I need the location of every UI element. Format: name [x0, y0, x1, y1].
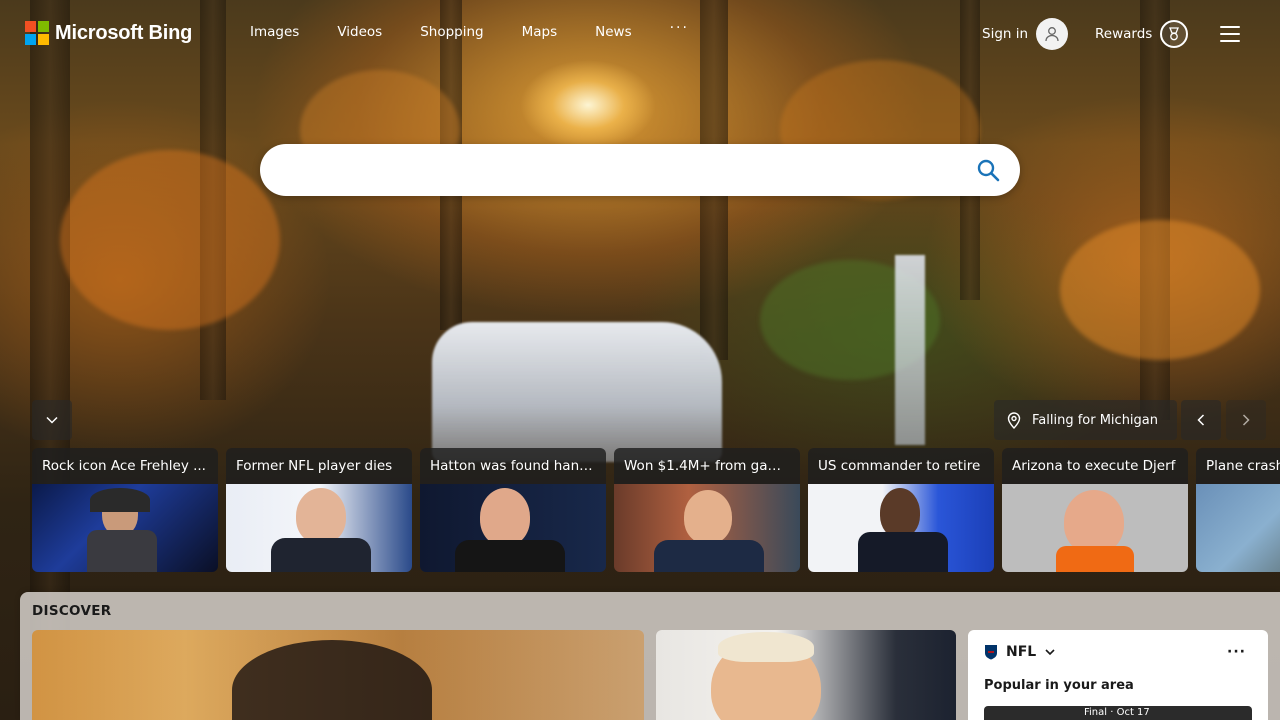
image-location-button[interactable]: Falling for Michigan [994, 400, 1177, 440]
nav-news[interactable]: News [595, 24, 631, 40]
news-tile[interactable]: Former NFL player dies [226, 448, 412, 572]
nav-maps[interactable]: Maps [522, 24, 558, 40]
sign-in-label: Sign in [982, 26, 1029, 42]
nfl-league-selector[interactable]: NFL [984, 644, 1056, 660]
nav-more-button[interactable]: ··· [670, 20, 689, 40]
sign-in-button[interactable]: Sign in [982, 18, 1069, 50]
location-label: Falling for Michigan [1032, 412, 1159, 428]
next-image-button[interactable] [1226, 400, 1266, 440]
news-tile-title: Former NFL player dies [226, 448, 412, 484]
news-tile-image [226, 484, 412, 572]
previous-image-button[interactable] [1181, 400, 1221, 440]
rewards-button[interactable]: Rewards [1095, 20, 1189, 48]
top-nav: Images Videos Shopping Maps News ··· [250, 20, 727, 40]
nav-shopping[interactable]: Shopping [420, 24, 483, 40]
search-icon[interactable] [976, 158, 1000, 182]
news-tile[interactable]: Hatton was found hang... [420, 448, 606, 572]
news-tile-image [1002, 484, 1188, 572]
score-card[interactable]: Final · Oct 17 [984, 706, 1252, 720]
nfl-league-label: NFL [1006, 644, 1037, 660]
news-tile-image [614, 484, 800, 572]
news-tile[interactable]: Won $1.4M+ from gam... [614, 448, 800, 572]
nfl-shield-icon [985, 645, 997, 660]
news-tile[interactable]: Rock icon Ace Frehley ... [32, 448, 218, 572]
chevron-right-icon [1242, 414, 1250, 426]
rewards-medal-icon [1160, 20, 1189, 48]
brand-name: Microsoft Bing [55, 21, 193, 44]
search-input[interactable] [284, 156, 964, 184]
rewards-label: Rewards [1095, 26, 1153, 42]
nav-videos[interactable]: Videos [337, 24, 382, 40]
discover-card[interactable] [32, 630, 644, 720]
bing-logo[interactable]: Microsoft Bing [25, 21, 192, 45]
news-tile[interactable]: US commander to retire [808, 448, 994, 572]
news-tile[interactable]: Plane crash [1196, 448, 1280, 572]
menu-hamburger-icon[interactable] [1220, 26, 1240, 42]
search-box [260, 144, 1020, 196]
top-header: Microsoft Bing Images Videos Shopping Ma… [0, 0, 1280, 68]
news-tile-image [32, 484, 218, 572]
nav-images[interactable]: Images [250, 24, 299, 40]
discover-heading: DISCOVER [32, 603, 112, 619]
collapse-news-button[interactable] [32, 400, 72, 440]
news-tile-title: Plane crash [1196, 448, 1280, 484]
news-tile-image [1196, 484, 1280, 572]
popular-heading: Popular in your area [984, 678, 1134, 693]
news-tile-title: Rock icon Ace Frehley ... [32, 448, 218, 484]
news-tile-title: US commander to retire [808, 448, 994, 484]
news-tile-image [420, 484, 606, 572]
chevron-down-icon [1045, 649, 1055, 656]
discover-card[interactable] [656, 630, 956, 720]
microsoft-logo-icon [25, 21, 49, 45]
chevron-down-icon [46, 416, 58, 424]
discover-section: DISCOVER NFL ··· Popular in your area Fi… [20, 592, 1280, 720]
news-tile-title: Won $1.4M+ from gam... [614, 448, 800, 484]
news-carousel: Rock icon Ace Frehley ... Former NFL pla… [32, 448, 1280, 572]
news-tile[interactable]: Arizona to execute Djerf [1002, 448, 1188, 572]
location-pin-icon [1007, 412, 1021, 429]
nfl-card: NFL ··· Popular in your area Final · Oct… [968, 630, 1268, 720]
news-tile-image [808, 484, 994, 572]
avatar-icon [1036, 18, 1069, 50]
news-tile-title: Arizona to execute Djerf [1002, 448, 1188, 484]
more-options-icon[interactable]: ··· [1227, 644, 1246, 660]
news-tile-title: Hatton was found hang... [420, 448, 606, 484]
chevron-left-icon [1197, 414, 1205, 426]
score-status: Final · Oct 17 [1084, 707, 1150, 718]
